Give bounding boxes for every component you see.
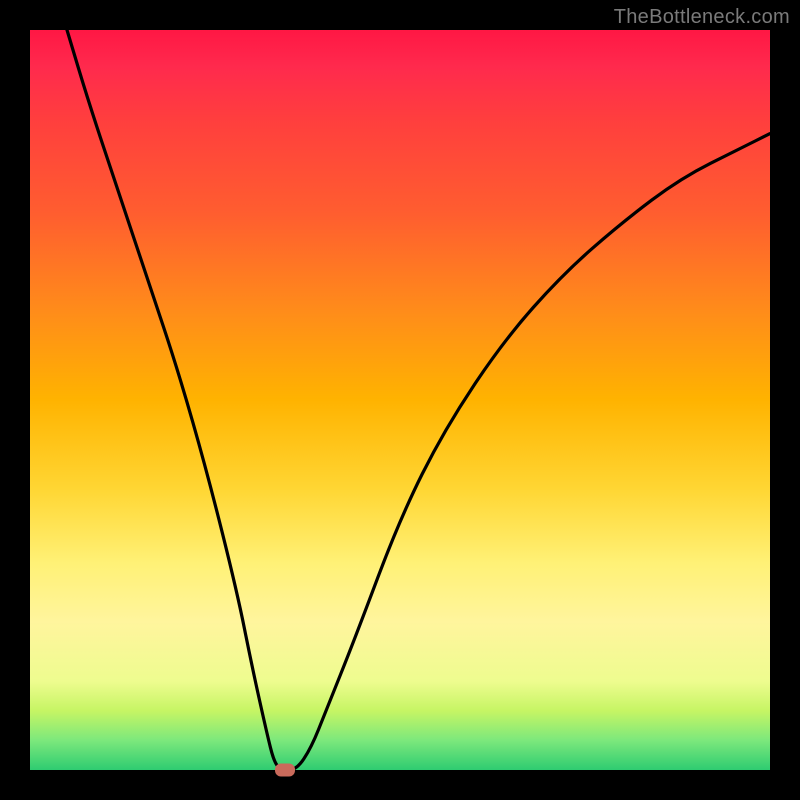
plot-area	[30, 30, 770, 770]
optimal-point-marker	[275, 764, 295, 777]
watermark-text: TheBottleneck.com	[614, 6, 790, 29]
chart-frame: TheBottleneck.com	[0, 0, 800, 800]
bottleneck-curve	[30, 30, 770, 770]
